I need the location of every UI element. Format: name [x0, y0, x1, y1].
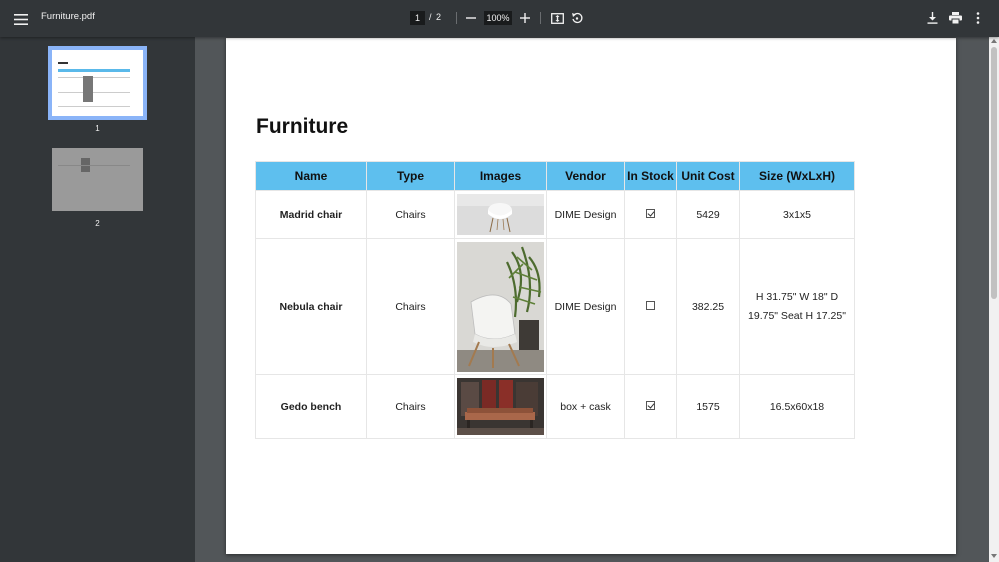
cell-size: H 31.75" W 18" D 19.75" Seat H 17.25"	[739, 238, 855, 375]
page-total: 2	[436, 12, 442, 22]
table-row: Gedo bench Chairs box + cask 1575 16.5x6…	[255, 374, 855, 439]
cell-name: Gedo bench	[255, 374, 367, 439]
table-row: Nebula chair Chairs DIME Design 382.25 H…	[255, 238, 855, 375]
cell-image	[454, 374, 547, 439]
thumbnail-table-header	[58, 69, 130, 72]
column-header-type: Type	[366, 161, 455, 191]
cell-vendor: DIME Design	[546, 190, 625, 239]
toolbar-divider	[456, 12, 457, 24]
checked-checkbox-icon	[646, 208, 655, 218]
minus-icon	[466, 17, 476, 19]
page-separator: /	[429, 12, 432, 22]
cell-unit-cost: 5429	[676, 190, 740, 239]
column-header-images: Images	[454, 161, 547, 191]
cell-name: Nebula chair	[255, 238, 367, 375]
cell-image	[454, 238, 547, 375]
bench-in-interior-photo	[457, 378, 544, 435]
print-icon	[948, 12, 962, 24]
column-header-size: Size (WxLxH)	[739, 161, 855, 191]
plus-icon	[520, 13, 530, 23]
cell-in-stock	[624, 190, 677, 239]
page-number-input[interactable]: 1	[410, 11, 425, 25]
page-heading: Furniture	[256, 115, 349, 138]
table-row: Madrid chair Chairs DIME Design 5429 3x1…	[255, 190, 855, 239]
print-button[interactable]	[947, 10, 963, 26]
zoom-out-button[interactable]	[463, 10, 479, 26]
thumbnail-sidebar: 1 2	[0, 37, 195, 562]
thumbnail-label-1: 1	[95, 124, 100, 133]
document-title: Furniture.pdf	[41, 11, 95, 22]
cell-size: 16.5x60x18	[739, 374, 855, 439]
rotate-counterclockwise-icon	[572, 12, 583, 24]
cell-in-stock	[624, 238, 677, 375]
table-header-row: Name Type Images Vendor In Stock Unit Co…	[255, 161, 855, 191]
vertical-scrollbar[interactable]	[989, 37, 999, 562]
rotate-button[interactable]	[569, 10, 585, 26]
download-button[interactable]	[924, 10, 940, 26]
column-header-unit-cost: Unit Cost	[676, 161, 740, 191]
white-chair-photo	[457, 194, 544, 235]
cell-vendor: DIME Design	[546, 238, 625, 375]
more-options-icon[interactable]	[971, 10, 985, 26]
column-header-name: Name	[255, 161, 367, 191]
pdf-page: Furniture Name Type Images Vendor In Sto…	[226, 38, 956, 554]
zoom-input[interactable]: 100%	[484, 11, 512, 25]
cell-type: Chairs	[366, 190, 455, 239]
thumbnail-label-2: 2	[95, 219, 100, 228]
column-header-in-stock: In Stock	[624, 161, 677, 191]
furniture-table: Name Type Images Vendor In Stock Unit Co…	[255, 161, 855, 439]
cell-type: Chairs	[366, 238, 455, 375]
scrollbar-thumb[interactable]	[991, 47, 997, 299]
page-thumbnail-1[interactable]	[48, 46, 147, 120]
pdf-viewer[interactable]: Furniture Name Type Images Vendor In Sto…	[195, 37, 989, 562]
cell-image	[454, 190, 547, 239]
thumbnail-image	[83, 76, 93, 102]
cell-in-stock	[624, 374, 677, 439]
thumbnail-title-line	[58, 62, 68, 64]
thumbnail-row-line	[58, 92, 130, 93]
fit-to-page-button[interactable]	[549, 10, 565, 26]
unchecked-checkbox-icon	[646, 300, 655, 310]
zoom-in-button[interactable]	[517, 10, 533, 26]
pdf-toolbar: Furniture.pdf 1 / 2 100%	[0, 0, 999, 37]
white-lounge-chair-with-plant-photo	[457, 241, 544, 372]
thumbnail-row-line	[58, 165, 130, 166]
page-thumbnail-2[interactable]	[52, 148, 143, 211]
scroll-up-arrow-icon[interactable]	[991, 39, 997, 43]
download-icon	[927, 12, 937, 24]
scroll-down-arrow-icon[interactable]	[991, 554, 997, 558]
cell-type: Chairs	[366, 374, 455, 439]
cell-size: 3x1x5	[739, 190, 855, 239]
cell-unit-cost: 1575	[676, 374, 740, 439]
menu-icon[interactable]	[10, 8, 32, 30]
cell-vendor: box + cask	[546, 374, 625, 439]
fit-page-icon	[550, 12, 564, 24]
toolbar-divider	[540, 12, 541, 24]
cell-unit-cost: 382.25	[676, 238, 740, 375]
thumbnail-row-line	[58, 77, 130, 78]
checked-checkbox-icon	[646, 400, 655, 410]
column-header-vendor: Vendor	[546, 161, 625, 191]
cell-name: Madrid chair	[255, 190, 367, 239]
thumbnail-row-line	[58, 106, 130, 107]
